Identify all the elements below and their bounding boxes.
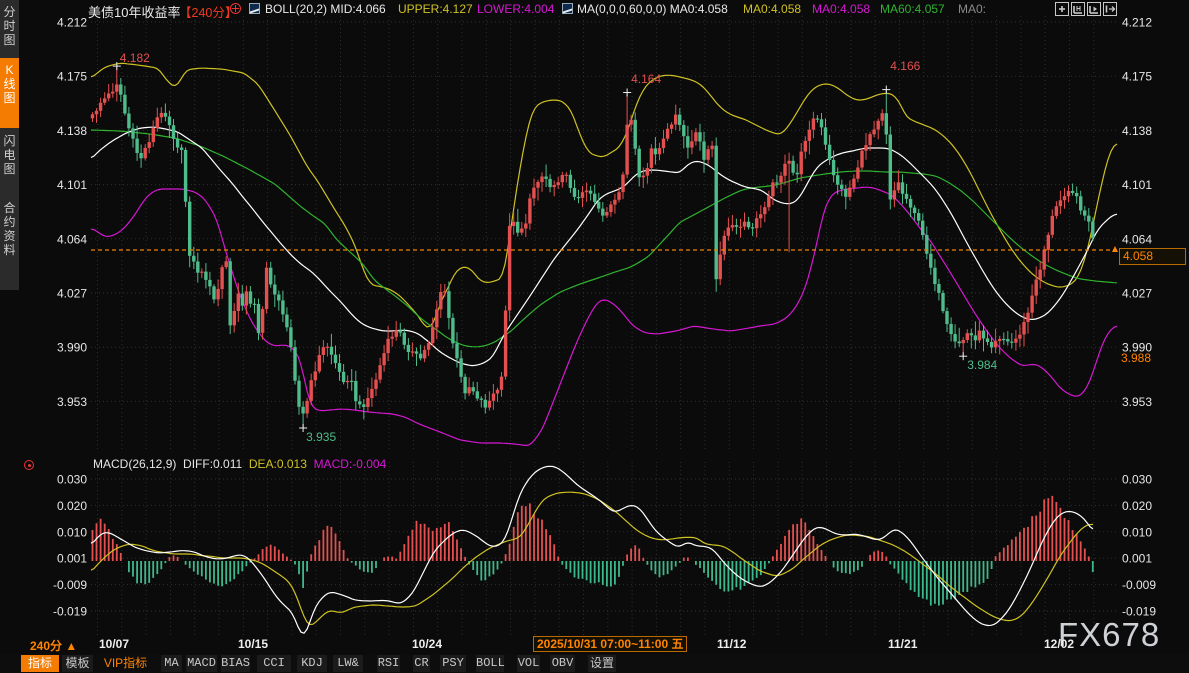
svg-text:0.001: 0.001 — [57, 552, 87, 566]
svg-text:4.027: 4.027 — [57, 287, 87, 301]
svg-text:0.010: 0.010 — [1122, 525, 1152, 539]
svg-text:4.166: 4.166 — [890, 59, 920, 73]
svg-text:3.935: 3.935 — [306, 430, 336, 444]
svg-text:4.027: 4.027 — [1122, 287, 1152, 301]
svg-text:-0.009: -0.009 — [1122, 578, 1156, 592]
svg-text:4.182: 4.182 — [120, 51, 150, 65]
svg-text:-0.009: -0.009 — [53, 578, 87, 592]
svg-text:4.064: 4.064 — [1122, 232, 1152, 246]
svg-text:4.138: 4.138 — [1122, 124, 1152, 138]
svg-text:0.001: 0.001 — [1122, 552, 1152, 566]
svg-text:0.030: 0.030 — [1122, 473, 1152, 487]
svg-text:4.212: 4.212 — [1122, 16, 1152, 30]
svg-text:0.010: 0.010 — [57, 525, 87, 539]
svg-text:3.990: 3.990 — [57, 341, 87, 355]
svg-text:0.020: 0.020 — [1122, 499, 1152, 513]
svg-text:4.175: 4.175 — [1122, 70, 1152, 84]
svg-text:4.138: 4.138 — [57, 124, 87, 138]
svg-text:4.101: 4.101 — [57, 178, 87, 192]
svg-text:3.953: 3.953 — [57, 395, 87, 409]
svg-text:0.030: 0.030 — [57, 473, 87, 487]
svg-text:3.953: 3.953 — [1122, 395, 1152, 409]
svg-text:4.164: 4.164 — [631, 72, 661, 86]
svg-text:4.175: 4.175 — [57, 70, 87, 84]
svg-text:3.984: 3.984 — [967, 358, 997, 372]
svg-text:4.101: 4.101 — [1122, 178, 1152, 192]
svg-text:4.064: 4.064 — [57, 232, 87, 246]
svg-text:0.020: 0.020 — [57, 499, 87, 513]
svg-text:4.212: 4.212 — [57, 16, 87, 30]
svg-text:-0.019: -0.019 — [53, 605, 87, 619]
